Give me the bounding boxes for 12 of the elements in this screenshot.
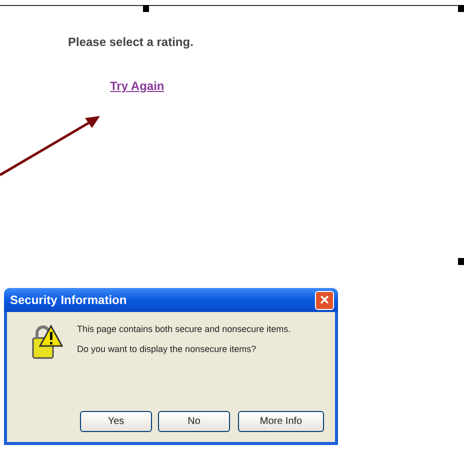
resize-handle[interactable]: [458, 258, 464, 265]
dialog-question: Do you want to display the nonsecure items?: [77, 344, 258, 354]
rating-message: Please select a rating.: [68, 35, 194, 49]
close-button[interactable]: ×: [315, 290, 334, 310]
dialog-button[interactable]: More Info: [238, 411, 324, 432]
dialog-button[interactable]: No: [158, 411, 230, 432]
resize-handle[interactable]: [458, 5, 464, 12]
dialog-title: Security Information: [10, 293, 127, 307]
resize-handle[interactable]: [143, 5, 149, 12]
dialog-button[interactable]: Yes: [80, 411, 152, 432]
dialog-message: This page contains both secure and nonsecure items.: [77, 324, 292, 334]
try-again-link[interactable]: Try Again: [110, 79, 164, 93]
